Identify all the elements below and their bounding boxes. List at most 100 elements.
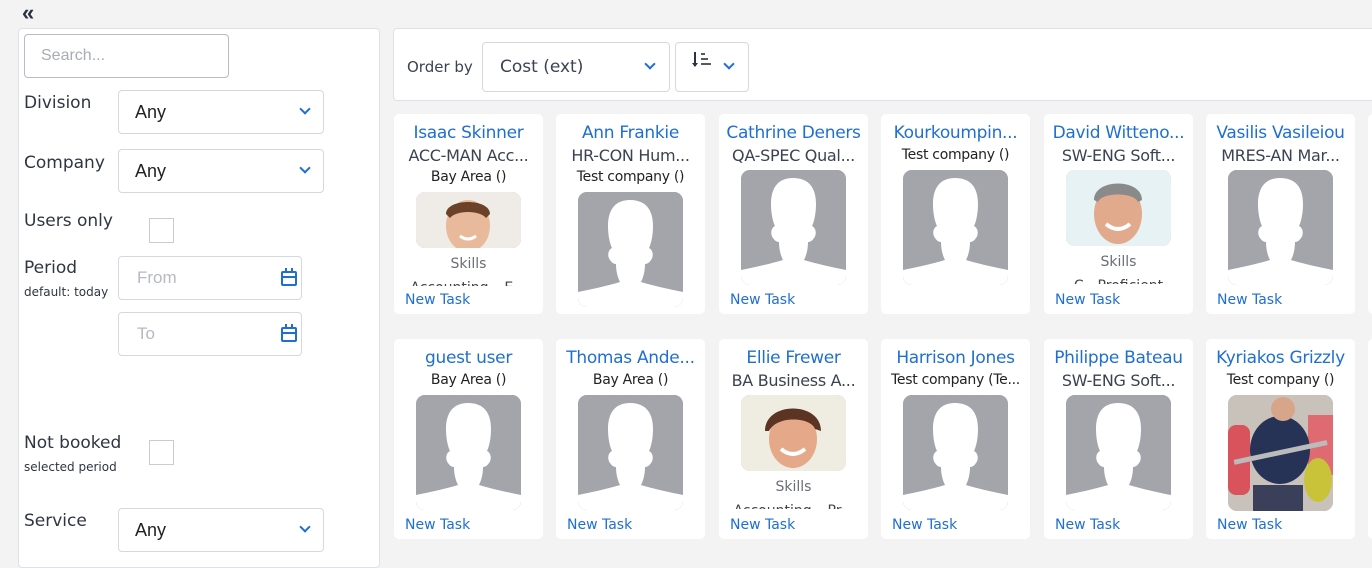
placeholder-avatar-icon: [1066, 395, 1171, 510]
placeholder-avatar-icon: [578, 192, 683, 307]
placeholder-avatar-icon: [1228, 170, 1333, 285]
division-select[interactable]: Any: [118, 90, 324, 134]
calendar-icon[interactable]: [281, 324, 297, 342]
not-booked-sublabel: selected period: [24, 460, 117, 474]
new-task-link[interactable]: New Task: [1055, 292, 1120, 308]
company-value: Any: [135, 160, 167, 181]
company-select[interactable]: Any: [118, 149, 324, 193]
chevron-down-icon: [299, 521, 311, 533]
resource-card: Harrison Jones Test company (Te... New Tas…: [881, 339, 1030, 539]
photo-avatar: [416, 192, 521, 248]
search-input[interactable]: [24, 34, 229, 78]
resource-card: guest user Bay Area () New Task: [394, 339, 543, 539]
resource-role: MRES-AN Mar...: [1221, 146, 1340, 165]
resource-company: Test company (): [901, 147, 1010, 163]
resource-name-link[interactable]: David Witteno...: [1044, 123, 1193, 143]
skills-label: Skills: [775, 479, 812, 495]
resource-card: Kyriakos Grizzly Test company () New Task: [1206, 339, 1355, 539]
resource-card: Ann Frankie HR-CON Hum... Test company (): [556, 114, 705, 314]
resource-card-partial: [1368, 114, 1372, 314]
skills-label: Skills: [1100, 254, 1137, 270]
skills-text: Accounting – E...: [394, 280, 543, 286]
users-only-checkbox[interactable]: [149, 218, 174, 243]
resource-role: HR-CON Hum...: [571, 146, 690, 165]
chevron-down-icon: [723, 58, 735, 70]
avatar: [741, 170, 846, 285]
resource-name-link[interactable]: Philippe Bateau: [1044, 348, 1193, 368]
new-task-link[interactable]: New Task: [730, 292, 795, 308]
avatar: [1066, 395, 1171, 510]
period-to-input[interactable]: [118, 312, 302, 356]
order-by-value: Cost (ext): [500, 57, 584, 77]
resource-company: Bay Area (): [592, 372, 669, 388]
new-task-link[interactable]: New Task: [730, 517, 795, 533]
period-from-input[interactable]: [118, 256, 302, 300]
company-label: Company: [24, 153, 105, 173]
period-label: Period: [24, 258, 78, 278]
placeholder-avatar-icon: [903, 170, 1008, 285]
not-booked-checkbox[interactable]: [149, 440, 174, 465]
avatar: [578, 395, 683, 510]
new-task-link[interactable]: New Task: [892, 517, 957, 533]
service-select[interactable]: Any: [118, 508, 324, 552]
avatar: [903, 395, 1008, 510]
resource-name-link[interactable]: Ann Frankie: [556, 123, 705, 143]
avatar: [1228, 170, 1333, 285]
resource-card: Kourkoumpin... Test company (): [881, 114, 1030, 314]
new-task-link[interactable]: New Task: [405, 517, 470, 533]
new-task-link[interactable]: New Task: [1217, 292, 1282, 308]
chevron-down-icon: [644, 58, 656, 70]
resource-company: Bay Area (): [430, 169, 507, 185]
resource-company: Test company (Te...: [891, 372, 1020, 388]
new-task-link[interactable]: New Task: [567, 517, 632, 533]
sort-direction-button[interactable]: [675, 42, 749, 92]
skills-text: Accounting – Pr...: [719, 503, 868, 509]
order-toolbar: Order by Cost (ext): [393, 28, 1372, 101]
resource-role: BA Business A...: [731, 371, 856, 390]
calendar-icon[interactable]: [281, 268, 297, 286]
avatar: [1228, 395, 1333, 511]
new-task-link[interactable]: New Task: [1217, 517, 1282, 533]
sort-descending-icon: [692, 52, 711, 67]
resource-name-link[interactable]: guest user: [394, 348, 543, 368]
resource-name-link[interactable]: Vasilis Vasileiou: [1206, 123, 1355, 143]
avatar: [416, 395, 521, 510]
photo-avatar: [741, 395, 846, 471]
avatar: [416, 192, 521, 248]
resource-role: ACC-MAN Acc...: [408, 146, 529, 165]
order-by-label: Order by: [407, 58, 473, 76]
users-only-label: Users only: [24, 211, 113, 231]
resource-company: Test company (): [1226, 372, 1335, 388]
chevron-down-icon: [299, 162, 311, 174]
placeholder-avatar-icon: [416, 395, 521, 510]
resource-role: SW-ENG Soft...: [1061, 146, 1176, 165]
new-task-link[interactable]: New Task: [1055, 517, 1120, 533]
service-label: Service: [24, 511, 87, 531]
resource-name-link[interactable]: Ellie Frewer: [719, 348, 868, 368]
chevron-down-icon: [299, 103, 311, 115]
resource-role: SW-ENG Soft...: [1061, 371, 1176, 390]
resource-card: Ellie Frewer BA Business A... Skills Accoun…: [719, 339, 868, 539]
avatar: [741, 395, 846, 471]
resource-company: Test company (): [576, 169, 685, 185]
photo-avatar: [1228, 395, 1333, 511]
resource-card: Vasilis Vasileiou MRES-AN Mar... New Task: [1206, 114, 1355, 314]
avatar: [903, 170, 1008, 285]
order-by-select[interactable]: Cost (ext): [482, 42, 670, 92]
not-booked-label: Not booked: [24, 433, 122, 453]
placeholder-avatar-icon: [578, 395, 683, 510]
division-value: Any: [135, 101, 167, 122]
resource-company: Bay Area (): [430, 372, 507, 388]
avatar: [1066, 170, 1171, 246]
resource-name-link[interactable]: Kyriakos Grizzly: [1206, 348, 1355, 368]
resource-role: QA-SPEC Qual...: [732, 146, 855, 165]
resource-name-link[interactable]: Cathrine Deners: [719, 123, 868, 143]
resource-name-link[interactable]: Harrison Jones: [881, 348, 1030, 368]
resource-name-link[interactable]: Thomas Ande...: [556, 348, 705, 368]
collapse-sidebar-icon[interactable]: «: [22, 2, 35, 24]
resource-name-link[interactable]: Kourkoumpin...: [881, 123, 1030, 143]
resource-card: Cathrine Deners QA-SPEC Qual... New Task: [719, 114, 868, 314]
resource-name-link[interactable]: Isaac Skinner: [394, 123, 543, 143]
resource-card: Thomas Ande... Bay Area () New Task: [556, 339, 705, 539]
new-task-link[interactable]: New Task: [405, 292, 470, 308]
